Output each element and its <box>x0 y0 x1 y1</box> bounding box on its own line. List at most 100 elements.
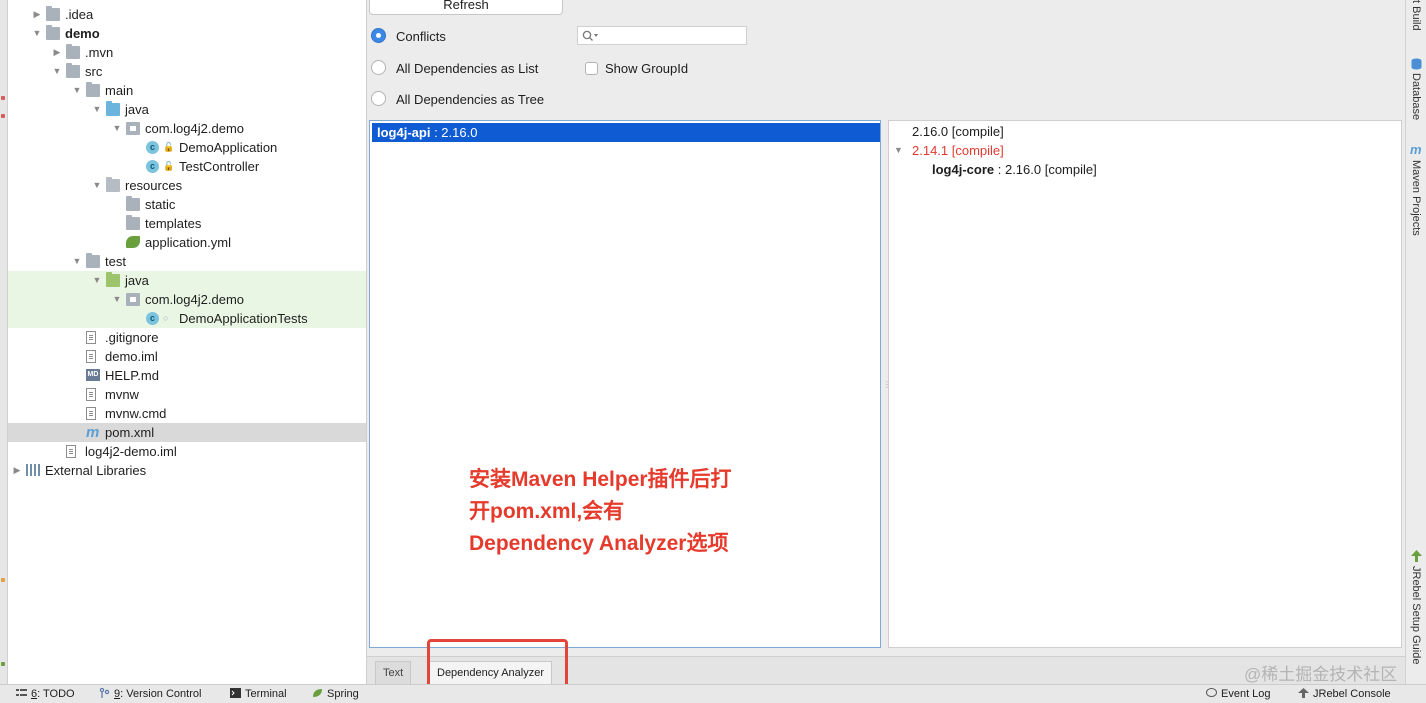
database-tool-button[interactable]: Database <box>1410 73 1422 120</box>
terminal-tool-button[interactable]: Terminal <box>230 685 287 703</box>
tree-row-label: com.log4j2.demo <box>145 121 244 136</box>
conflict-list-item[interactable]: log4j-api : 2.16.0 <box>372 123 880 142</box>
module-folder-icon <box>46 25 60 40</box>
class-icon: c <box>146 160 159 173</box>
chevron-right-icon[interactable]: ▶ <box>52 43 62 62</box>
tree-row[interactable]: ▼ com.log4j2.demo <box>8 290 366 309</box>
version-control-tool-button[interactable]: 9: Version Control <box>99 685 201 703</box>
all-dependencies-list-radio[interactable] <box>371 60 386 75</box>
tree-row[interactable]: ▶ External Libraries <box>8 461 366 480</box>
tree-row-label: demo <box>65 26 100 41</box>
chevron-down-icon[interactable]: ▼ <box>52 62 62 81</box>
jrebel-console-button[interactable]: JRebel Console <box>1298 685 1391 703</box>
text-file-icon <box>86 407 96 420</box>
chevron-down-icon[interactable]: ▼ <box>92 271 102 290</box>
tree-row[interactable]: ▼ com.log4j2.demo <box>8 119 366 138</box>
chevron-down-icon[interactable]: ▼ <box>72 81 82 100</box>
todo-tool-button[interactable]: 6: TODO <box>16 685 75 703</box>
tree-row[interactable]: log4j2-demo.iml <box>8 442 366 461</box>
folder-icon <box>126 196 140 211</box>
jrebel-setup-guide-button[interactable]: JRebel Setup Guide <box>1410 566 1422 664</box>
tree-row[interactable]: ▼ java <box>8 271 366 290</box>
chevron-down-icon[interactable]: ▼ <box>32 24 42 43</box>
all-dependencies-tree-label[interactable]: All Dependencies as Tree <box>396 92 544 107</box>
tree-row[interactable]: static <box>8 195 366 214</box>
folder-icon <box>66 44 80 59</box>
watermark: @稀土掘金技术社区 <box>1244 665 1398 684</box>
dependency-artifact: log4j-core <box>932 162 995 177</box>
speech-bubble-icon <box>1206 688 1217 697</box>
tree-row[interactable]: .gitignore <box>8 328 366 347</box>
tree-row[interactable]: c ○ DemoApplicationTests <box>8 309 366 328</box>
tree-row-label: application.yml <box>145 235 231 250</box>
chevron-down-icon[interactable]: ▼ <box>112 290 122 309</box>
tree-row-label: java <box>125 102 149 117</box>
tree-row[interactable]: ▶ .idea <box>8 5 366 24</box>
folder-icon <box>126 215 140 230</box>
tree-row[interactable]: c 🔓 DemoApplication <box>8 138 366 157</box>
package-icon <box>126 122 140 135</box>
event-log-label: Event Log <box>1221 688 1271 700</box>
chevron-down-icon[interactable]: ▼ <box>112 119 122 138</box>
tree-row-label: pom.xml <box>105 425 155 440</box>
conflicts-radio-label[interactable]: Conflicts <box>396 29 446 44</box>
splitter-handle[interactable]: ⋮ <box>883 380 891 389</box>
conflicts-radio[interactable] <box>371 28 386 43</box>
tree-row[interactable]: m pom.xml <box>8 423 366 442</box>
tree-row[interactable]: ▼ src <box>8 62 366 81</box>
tree-row[interactable]: MD HELP.md <box>8 366 366 385</box>
dependency-tree-row[interactable]: log4j-core : 2.16.0 [compile] <box>932 160 1097 179</box>
jrebel-icon <box>1411 550 1422 562</box>
all-dependencies-tree-radio[interactable] <box>371 91 386 106</box>
access-icon: 🔓 <box>163 142 175 152</box>
dependency-tree-row-conflict[interactable]: 2.14.1 [compile] <box>912 141 1004 160</box>
build-tool-button[interactable]: t Build <box>1410 0 1422 31</box>
refresh-button[interactable]: Refresh <box>369 0 563 15</box>
conflict-artifact: log4j-api <box>377 125 431 140</box>
event-log-button[interactable]: Event Log <box>1206 685 1271 703</box>
project-tree[interactable]: ▶ .idea ▼ demo ▶ .mvn ▼ src ▼ main ▼ java ▼ com.log4j… <box>8 0 367 684</box>
dependency-tree[interactable]: 2.16.0 [compile] ▼ 2.14.1 [compile] log4… <box>888 120 1402 648</box>
chevron-down-icon[interactable]: ▼ <box>92 100 102 119</box>
tree-row-label: main <box>105 83 134 98</box>
show-groupid-label[interactable]: Show GroupId <box>605 61 688 76</box>
chevron-down-icon[interactable]: ▼ <box>92 176 102 195</box>
tab-text[interactable]: Text <box>375 661 412 684</box>
conflicts-list[interactable]: log4j-api : 2.16.0 <box>369 120 881 648</box>
tree-row[interactable]: c 🔓 TestController <box>8 157 366 176</box>
spring-leaf-icon <box>313 689 322 697</box>
tree-row[interactable]: application.yml <box>8 233 366 252</box>
access-icon: 🔓 <box>163 161 175 171</box>
chevron-right-icon[interactable]: ▶ <box>12 461 22 480</box>
source-folder-icon <box>106 101 120 116</box>
yml-file-icon <box>126 236 140 248</box>
tree-row-label: com.log4j2.demo <box>145 292 244 307</box>
all-dependencies-list-label[interactable]: All Dependencies as List <box>396 61 538 76</box>
tree-row[interactable]: demo.iml <box>8 347 366 366</box>
tree-row-label: static <box>145 197 176 212</box>
search-input[interactable] <box>577 26 747 45</box>
tree-row[interactable]: ▼ resources <box>8 176 366 195</box>
show-groupid-checkbox[interactable] <box>585 62 598 75</box>
tree-row[interactable]: ▼ java <box>8 100 366 119</box>
tree-row-label: HELP.md <box>105 368 159 383</box>
tree-row[interactable]: ▶ .mvn <box>8 43 366 62</box>
tree-row[interactable]: mvnw.cmd <box>8 404 366 423</box>
resources-folder-icon <box>106 177 120 192</box>
tree-row[interactable]: ▼ demo <box>8 24 366 43</box>
error-marker-icon <box>1 114 5 118</box>
tree-row[interactable]: ▼ main <box>8 81 366 100</box>
left-gutter <box>0 0 8 684</box>
tree-row-label: .mvn <box>85 45 114 60</box>
maven-projects-tool-button[interactable]: Maven Projects <box>1410 160 1422 236</box>
chevron-down-icon[interactable]: ▼ <box>72 252 82 271</box>
chevron-down-icon[interactable]: ▼ <box>894 141 906 160</box>
tree-row[interactable]: templates <box>8 214 366 233</box>
chevron-right-icon[interactable]: ▶ <box>32 5 42 24</box>
tree-row[interactable]: ▼ test <box>8 252 366 271</box>
spring-tool-button[interactable]: Spring <box>312 685 359 703</box>
tree-row[interactable]: mvnw <box>8 385 366 404</box>
dependency-tree-row[interactable]: 2.16.0 [compile] <box>912 122 1004 141</box>
search-icon <box>582 30 598 41</box>
database-icon <box>1411 58 1422 70</box>
